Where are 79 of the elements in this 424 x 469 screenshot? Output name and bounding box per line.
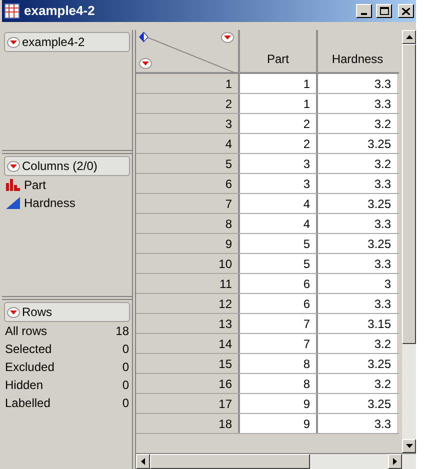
table-cell: 3.3: [318, 414, 397, 433]
table-cell: 1: [240, 94, 318, 113]
row-state-count: 0: [122, 395, 129, 412]
close-button[interactable]: [398, 4, 414, 18]
minimize-button[interactable]: [356, 4, 372, 18]
row-state-count: 0: [122, 377, 129, 394]
scroll-left-button[interactable]: [136, 454, 150, 469]
table-icon: [4, 3, 20, 19]
scroll-thumb[interactable]: [402, 44, 416, 344]
window-title: example4-2: [24, 2, 96, 20]
column-name[interactable]: Hardness: [24, 194, 76, 212]
row-state-count: 0: [122, 359, 129, 376]
row-state-label: Labelled: [5, 395, 50, 412]
table-cell: 6: [240, 274, 318, 293]
close-icon: [402, 8, 410, 14]
left-arrow-icon: [141, 458, 145, 465]
table-cell: 3.3: [318, 214, 397, 233]
row-state-count: 18: [116, 323, 129, 340]
table-cell: 3.25: [318, 354, 397, 373]
table-cell: 3.2: [318, 114, 397, 133]
table-cell: 5: [240, 234, 318, 253]
row-state-label: Hidden: [5, 377, 44, 394]
triangle-icon: [6, 197, 20, 209]
panel-header[interactable]: Rows: [4, 302, 130, 322]
table-cell: 9: [240, 414, 318, 433]
table-cell: 3.3: [318, 74, 397, 93]
menu-icon[interactable]: [7, 306, 20, 318]
horizontal-scrollbar[interactable]: [136, 453, 416, 469]
bar-chart-icon: [6, 179, 20, 191]
table-cell: 3.25: [318, 394, 397, 413]
up-arrow-icon: [406, 35, 412, 39]
vertical-scrollbar[interactable]: [402, 30, 416, 453]
table-cell: 2: [240, 134, 318, 153]
table-cell: 3: [240, 174, 318, 193]
menu-icon[interactable]: [7, 36, 20, 48]
table-cell: 7: [240, 334, 318, 353]
menu-icon[interactable]: [7, 160, 20, 172]
menu-icon[interactable]: [221, 32, 234, 43]
scroll-right-button[interactable]: [388, 454, 402, 469]
table-cell: 5: [240, 254, 318, 273]
table-cell: 3: [318, 274, 397, 293]
scroll-thumb[interactable]: [150, 454, 310, 469]
table-cell: 3.15: [318, 314, 397, 333]
column-name[interactable]: Part: [24, 176, 46, 194]
table-cell: 9: [240, 394, 318, 413]
scroll-up-button[interactable]: [402, 30, 416, 44]
table-cell: 3.2: [318, 154, 397, 173]
table-cell: 3: [240, 154, 318, 173]
table-cell: 3.25: [318, 234, 397, 253]
table-cell: 8: [240, 354, 318, 373]
row-state-label: All rows: [5, 323, 48, 340]
table-cell: 3.3: [318, 94, 397, 113]
table-cell: 3.25: [318, 194, 397, 213]
table-cell: 3.25: [318, 134, 397, 153]
table-cell: 3.2: [318, 334, 397, 353]
down-arrow-icon: [406, 444, 412, 448]
column-header[interactable]: Hardness: [318, 30, 397, 72]
table-cell: 4: [240, 194, 318, 213]
table-cell: 3.3: [318, 174, 397, 193]
scroll-down-button[interactable]: [402, 439, 416, 453]
row-state-label: Excluded: [5, 359, 54, 376]
table-cell: 6: [240, 294, 318, 313]
row-state-label: Selected: [5, 341, 52, 358]
panel-header[interactable]: example4-2: [4, 32, 130, 52]
table-cell: 2: [240, 114, 318, 133]
row-state-count: 0: [122, 341, 129, 358]
column-header[interactable]: Part: [240, 30, 318, 72]
table-cell: 4: [240, 214, 318, 233]
table-cell: 7: [240, 314, 318, 333]
table-cell: 8: [240, 374, 318, 393]
menu-icon[interactable]: [139, 58, 152, 69]
table-cell: 3.2: [318, 374, 397, 393]
table-cell: 1: [240, 74, 318, 93]
maximize-button[interactable]: [376, 4, 392, 18]
panel-header[interactable]: Columns (2/0): [4, 156, 130, 176]
right-arrow-icon: [393, 458, 397, 465]
table-cell: 3.3: [318, 254, 397, 273]
diamond-icon[interactable]: [139, 32, 148, 42]
table-cell: 3.3: [318, 294, 397, 313]
